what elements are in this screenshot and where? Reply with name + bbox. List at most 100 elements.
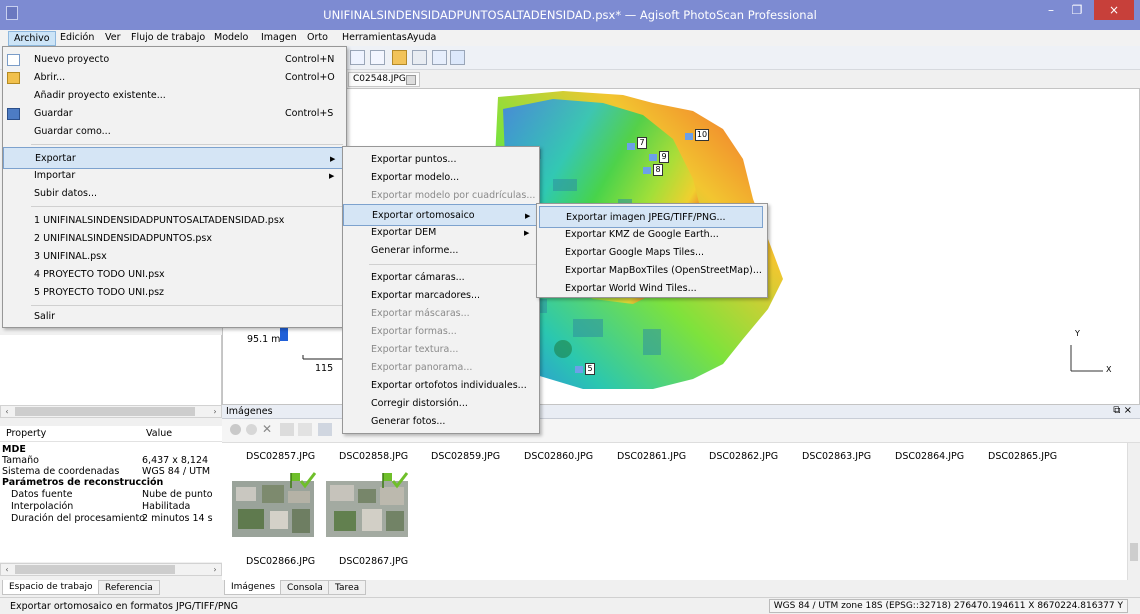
workspace-tree[interactable] xyxy=(0,335,222,405)
tab-consola[interactable]: Consola xyxy=(280,580,330,595)
property-key: Parámetros de reconstrucción xyxy=(2,477,164,488)
menu-separator xyxy=(369,264,537,265)
scroll-thumb[interactable] xyxy=(15,565,175,574)
close-tab-icon[interactable] xyxy=(406,75,416,85)
minimize-button[interactable]: – xyxy=(1038,0,1064,20)
scroll-left-icon[interactable]: ‹ xyxy=(1,564,13,575)
bottom-panel-tabs: Imágenes Consola Tarea xyxy=(222,580,1140,596)
view-mode-icon[interactable] xyxy=(318,423,332,436)
orthomosaic-view-icon[interactable] xyxy=(392,50,407,65)
image-filename[interactable]: DSC02857.JPG xyxy=(246,451,315,462)
marker-label: 10 xyxy=(695,129,709,141)
maximize-button[interactable]: ❐ xyxy=(1064,0,1090,20)
legend-bar xyxy=(280,327,288,341)
scroll-thumb[interactable] xyxy=(15,407,195,416)
menu-ver[interactable]: Ver xyxy=(100,31,126,46)
aligned-check-icon xyxy=(290,472,316,489)
shapes-icon[interactable] xyxy=(432,50,447,65)
menu-item-recent-5[interactable]: 5 PROYECTO TODO UNI.psz xyxy=(3,282,346,304)
image-filename[interactable]: DSC02864.JPG xyxy=(895,451,964,462)
new-document-icon xyxy=(7,54,20,66)
tab-tarea[interactable]: Tarea xyxy=(328,580,367,595)
panel-float-close-icon[interactable]: ⧉ × xyxy=(1113,405,1132,416)
menu-orto[interactable]: Orto xyxy=(302,31,333,46)
scroll-right-icon[interactable]: › xyxy=(209,406,221,417)
menu-separator xyxy=(31,144,343,145)
remove-icon[interactable]: ✕ xyxy=(262,422,272,436)
property-row: MDE xyxy=(0,444,222,455)
property-key: Interpolación xyxy=(11,501,74,512)
disable-icon[interactable] xyxy=(246,424,257,435)
horizontal-scrollbar[interactable]: ‹ › xyxy=(0,563,222,576)
menu-flujo-de-trabajo[interactable]: Flujo de trabajo xyxy=(126,31,210,46)
scroll-left-icon[interactable]: ‹ xyxy=(1,406,13,417)
close-button[interactable]: × xyxy=(1094,0,1134,20)
image-filename[interactable]: DSC02861.JPG xyxy=(617,451,686,462)
image-thumbnail[interactable] xyxy=(326,481,408,537)
image-filename[interactable]: DSC02867.JPG xyxy=(339,556,408,567)
property-value: WGS 84 / UTM xyxy=(142,466,211,477)
menu-item-guardar-como[interactable]: Guardar como... xyxy=(3,121,346,143)
menu-edicion[interactable]: Edición xyxy=(55,31,99,46)
menu-imagen[interactable]: Imagen xyxy=(256,31,302,46)
property-row: Duración del procesamiento 2 minutos 14 … xyxy=(0,513,222,524)
property-key: Duración del procesamiento xyxy=(11,513,145,524)
enable-icon[interactable] xyxy=(230,424,241,435)
property-value: Nube de punto xyxy=(142,489,213,500)
menu-archivo[interactable]: Archivo xyxy=(8,31,56,46)
image-filename[interactable]: DSC02865.JPG xyxy=(988,451,1057,462)
property-row: Interpolación Habilitada xyxy=(0,501,222,512)
image-thumbnail[interactable] xyxy=(232,481,314,537)
menu-modelo[interactable]: Modelo xyxy=(209,31,253,46)
menu-item-label: Generar fotos... xyxy=(371,416,446,427)
images-grid[interactable]: DSC02857.JPG DSC02858.JPG DSC02859.JPG D… xyxy=(222,443,1127,580)
image-filename[interactable]: DSC02866.JPG xyxy=(246,556,315,567)
property-column-header[interactable]: Property xyxy=(6,428,46,439)
menu-item-subir-datos[interactable]: Subir datos... xyxy=(3,183,346,205)
vertical-scrollbar[interactable] xyxy=(1127,443,1140,580)
image-filename[interactable]: DSC02863.JPG xyxy=(802,451,871,462)
image-filename[interactable]: DSC02860.JPG xyxy=(524,451,593,462)
aligned-check-icon xyxy=(382,472,408,489)
menu-herramientas[interactable]: Herramientas xyxy=(337,31,412,46)
title-bar: UNIFINALSINDENSIDADPUNTOSALTADENSIDAD.ps… xyxy=(0,0,1140,30)
markers-icon[interactable] xyxy=(450,50,465,65)
mask-icon[interactable] xyxy=(298,423,312,436)
menu-item-label: 5 PROYECTO TODO UNI.psz xyxy=(34,287,165,298)
scroll-right-icon[interactable]: › xyxy=(209,564,221,575)
archivo-menu: Nuevo proyecto Control+N Abrir... Contro… xyxy=(2,46,347,328)
property-key: Sistema de coordenadas xyxy=(2,466,120,477)
status-bar: Exportar ortomosaico en formatos JPG/TIF… xyxy=(0,597,1140,614)
mask-icon[interactable] xyxy=(280,423,294,436)
property-key: Datos fuente xyxy=(11,489,73,500)
tab-referencia[interactable]: Referencia xyxy=(98,580,160,595)
exportar-ortomosaico-submenu: Exportar imagen JPEG/TIFF/PNG... Exporta… xyxy=(536,203,768,298)
tab-espacio-de-trabajo[interactable]: Espacio de trabajo xyxy=(2,580,100,595)
status-message: Exportar ortomosaico en formatos JPG/TIF… xyxy=(10,601,239,612)
zoom-icon[interactable] xyxy=(350,50,365,65)
image-filename[interactable]: DSC02862.JPG xyxy=(709,451,778,462)
axis-y-label: Y xyxy=(1075,329,1080,338)
property-row: Sistema de coordenadas WGS 84 / UTM xyxy=(0,466,222,477)
dem-view-icon[interactable] xyxy=(412,50,427,65)
menu-item-label: Generar informe... xyxy=(371,245,459,256)
property-key: Tamaño xyxy=(2,455,39,466)
horizontal-scrollbar[interactable]: ‹ › xyxy=(0,405,222,418)
value-column-header[interactable]: Value xyxy=(146,428,172,439)
properties-header: Property Value xyxy=(0,426,222,442)
images-panel-title: Imágenes xyxy=(226,406,273,417)
menu-item-label: Subir datos... xyxy=(34,188,98,199)
scroll-thumb[interactable] xyxy=(1130,543,1138,561)
tab-imagenes[interactable]: Imágenes xyxy=(224,580,283,595)
menu-bar: Archivo Edición Ver Flujo de trabajo Mod… xyxy=(0,30,1140,46)
menu-ayuda[interactable]: Ayuda xyxy=(402,31,441,46)
move-icon[interactable] xyxy=(370,50,385,65)
menu-item-generar-informe[interactable]: Generar informe... xyxy=(343,240,539,262)
document-tab[interactable]: C02548.JPG xyxy=(348,72,420,87)
image-filename[interactable]: DSC02858.JPG xyxy=(339,451,408,462)
menu-item-salir[interactable]: Salir xyxy=(3,306,346,328)
property-value: 6,437 x 8,124 xyxy=(142,455,209,466)
menu-item-generar-fotos[interactable]: Generar fotos... xyxy=(343,411,539,433)
image-filename[interactable]: DSC02859.JPG xyxy=(431,451,500,462)
menu-item-exportar-world-wind-tiles[interactable]: Exportar World Wind Tiles... xyxy=(537,278,767,300)
